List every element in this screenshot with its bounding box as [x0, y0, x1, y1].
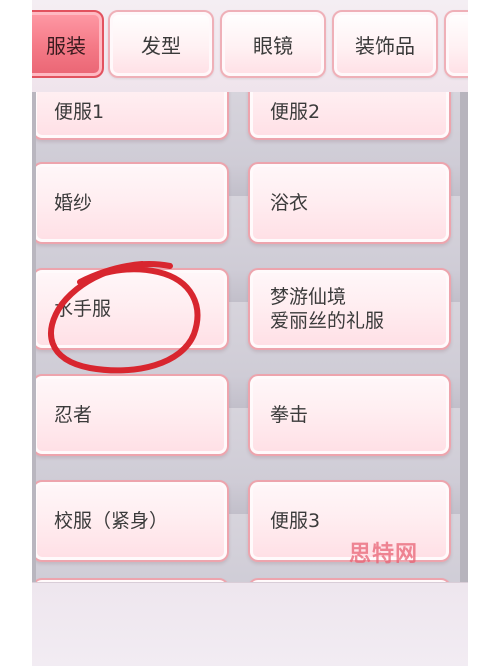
category-tab-bar: 服装 发型 眼镜 装饰品 — [32, 0, 468, 93]
outfit-card[interactable]: 婚纱 — [32, 162, 229, 244]
tab-label: 发型 — [141, 33, 181, 58]
outfit-card[interactable]: 梦游仙境 爱丽丝的礼服 — [248, 268, 451, 350]
tab-glasses[interactable]: 眼镜 — [220, 10, 326, 78]
list-left-edge — [32, 92, 36, 582]
outfit-card[interactable]: 拳击 — [248, 374, 451, 456]
outfit-label: 婚纱 — [54, 192, 93, 214]
outfit-label: 拳击 — [270, 404, 309, 426]
outfit-label: 便服1 — [54, 101, 105, 123]
outfit-label: 梦游仙境 爱丽丝的礼服 — [270, 286, 385, 332]
outfit-card[interactable]: 便服2 — [248, 92, 451, 140]
outfit-list[interactable]: 便服1 便服2 婚纱 浴衣 水手服 梦游仙境 爱丽丝的礼服 忍者 拳击 校服（紧… — [32, 92, 468, 582]
outfit-card-sailor-uniform[interactable]: 水手服 — [32, 268, 229, 350]
outfit-label: 校服（紧身） — [54, 510, 169, 532]
tab-label: 眼镜 — [253, 33, 293, 58]
tab-more[interactable] — [444, 10, 468, 78]
tab-label: 装饰品 — [355, 33, 415, 58]
outfit-label: 浴衣 — [270, 192, 309, 214]
outfit-label: 便服2 — [270, 101, 321, 123]
outfit-label: 便服3 — [270, 510, 321, 532]
tab-hairstyle[interactable]: 发型 — [108, 10, 214, 78]
tab-clothing[interactable]: 服装 — [32, 10, 104, 78]
outfit-card[interactable]: 忍者 — [32, 374, 229, 456]
tab-label: 服装 — [46, 33, 86, 58]
tab-accessories[interactable]: 装饰品 — [332, 10, 438, 78]
outfit-card[interactable]: 浴衣 — [248, 162, 451, 244]
bottom-panel — [32, 582, 468, 666]
outfit-card[interactable]: 校服（紧身） — [32, 480, 229, 562]
outfit-label: 忍者 — [54, 404, 93, 426]
scrollbar[interactable] — [460, 92, 468, 582]
outfit-card[interactable]: 便服1 — [32, 92, 229, 140]
watermark: 思特网 — [349, 542, 419, 567]
outfit-label: 水手服 — [54, 298, 112, 320]
app-screen: 服装 发型 眼镜 装饰品 便服1 便服2 婚纱 浴衣 水手服 梦游仙境 爱丽丝的… — [32, 0, 468, 666]
